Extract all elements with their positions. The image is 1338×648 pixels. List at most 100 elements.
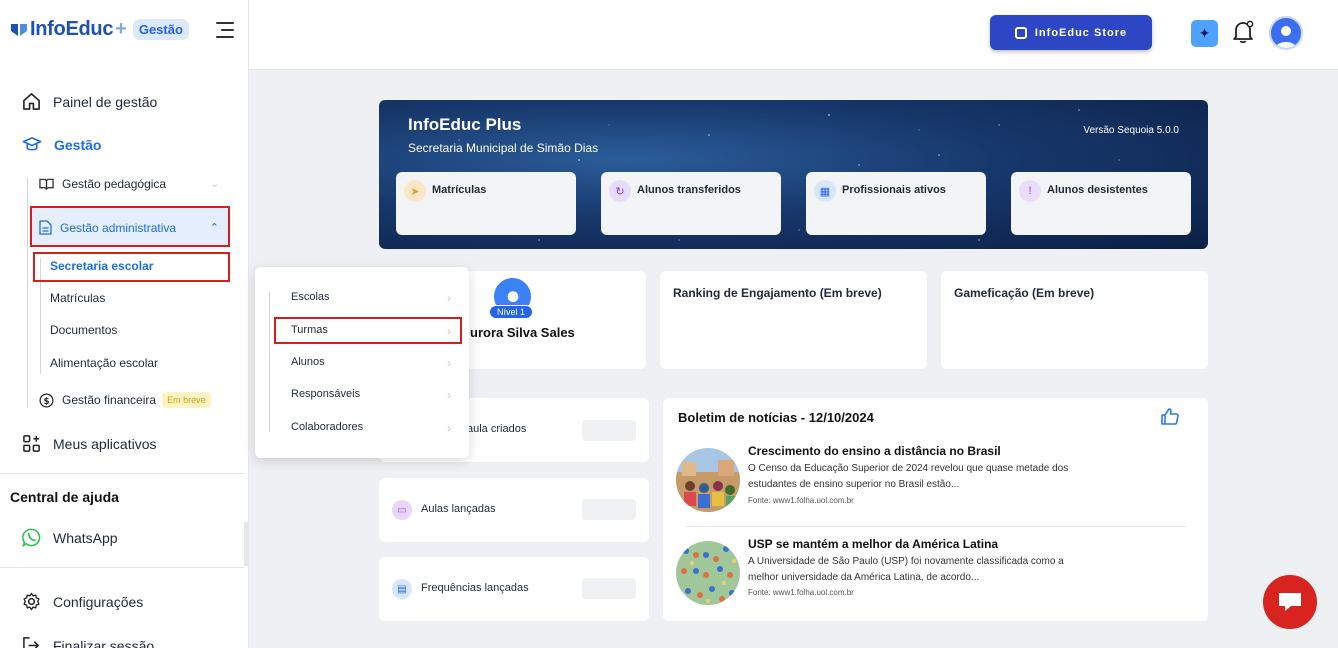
welcome-banner: InfoEduc Plus Secretaria Municipal de Si… bbox=[379, 100, 1208, 249]
metric-card-aulas-lancadas[interactable]: ▭ Aulas lançadas bbox=[379, 478, 649, 542]
menu-toggle-icon[interactable] bbox=[216, 22, 234, 43]
sidebar-item-label: Gestão pedagógica bbox=[62, 177, 167, 191]
bell-icon[interactable] bbox=[1231, 19, 1255, 45]
logo-mark-icon bbox=[11, 23, 27, 36]
sidebar-item-label: Documentos bbox=[50, 323, 118, 337]
news-summary: A Universidade de São Paulo (USP) foi no… bbox=[748, 556, 1064, 583]
ranking-card[interactable]: Ranking de Engajamento (Em breve) bbox=[660, 271, 927, 369]
version-label: Versão Sequoia 5.0.0 bbox=[1083, 125, 1179, 136]
banner-subtitle: Secretaria Municipal de Simão Dias bbox=[408, 141, 599, 155]
avatar[interactable] bbox=[1269, 16, 1303, 50]
tree-line bbox=[27, 178, 28, 408]
chevron-right-icon: › bbox=[447, 421, 451, 435]
sparkle-button[interactable]: ✦ bbox=[1191, 20, 1218, 47]
ranking-card-title: Ranking de Engajamento (Em breve) bbox=[673, 286, 882, 300]
stat-card-label: Matrículas bbox=[432, 184, 487, 196]
sidebar-item-alimentacao[interactable]: Alimentação escolar bbox=[50, 356, 158, 370]
store-icon bbox=[1014, 26, 1027, 39]
submenu-item-escolas[interactable]: Escolas › bbox=[291, 291, 451, 305]
metric-value-placeholder bbox=[582, 420, 636, 441]
svg-text:$: $ bbox=[44, 395, 50, 405]
dollar-icon: $ bbox=[39, 393, 54, 407]
highlight-box-gestao-administrativa bbox=[30, 206, 230, 247]
level-badge: Nível 1 bbox=[489, 305, 534, 319]
metric-card-frequencias[interactable]: ▤ Frequências lançadas bbox=[379, 557, 649, 621]
home-icon bbox=[23, 93, 40, 110]
metric-label: Aulas lançadas bbox=[421, 503, 496, 515]
calendar-icon: ▤ bbox=[392, 579, 412, 599]
news-thumbnail bbox=[676, 448, 740, 512]
sidebar-item-label: Matrículas bbox=[50, 291, 106, 305]
sidebar-item-gestao[interactable]: Gestão bbox=[22, 135, 101, 154]
brand-name: InfoEduc bbox=[30, 18, 114, 40]
submenu-item-label: Responsáveis bbox=[291, 388, 361, 400]
sidebar-item-whatsapp[interactable]: WhatsApp bbox=[22, 528, 118, 547]
metric-value-placeholder bbox=[582, 578, 636, 599]
sidebar-item-label: WhatsApp bbox=[53, 529, 118, 546]
news-headline: Crescimento do ensino a distância no Bra… bbox=[748, 444, 1001, 458]
news-title: Boletim de notícias - 12/10/2024 bbox=[678, 410, 874, 425]
graduation-cap-icon bbox=[22, 137, 42, 151]
user-name: urora Silva Sales bbox=[470, 325, 575, 340]
sidebar-item-painel[interactable]: Painel de gestão bbox=[22, 92, 157, 111]
sidebar-item-configuracoes[interactable]: Configurações bbox=[22, 592, 143, 611]
module-badge: Gestão bbox=[132, 19, 189, 40]
chevron-right-icon: › bbox=[447, 291, 451, 305]
rocket-icon: ➤ bbox=[404, 180, 426, 202]
news-source: Fonte: www1.folha.uol.com.br bbox=[748, 496, 854, 505]
gamification-card-title: Gameficação (Em breve) bbox=[954, 286, 1095, 300]
sidebar-scrollbar[interactable] bbox=[244, 522, 248, 566]
submenu-item-label: Alunos bbox=[291, 356, 325, 368]
chat-button[interactable] bbox=[1263, 575, 1317, 629]
submenu-item-label: Colaboradores bbox=[291, 421, 364, 433]
metric-label: aula criados bbox=[467, 423, 527, 435]
divider bbox=[0, 473, 244, 474]
sidebar-item-gestao-financeira[interactable]: $ Gestão financeira Em breve bbox=[39, 392, 211, 408]
submenu-item-alunos[interactable]: Alunos › bbox=[291, 356, 451, 370]
metric-label: Frequências lançadas bbox=[421, 582, 529, 594]
sidebar-item-matriculas[interactable]: Matrículas bbox=[50, 291, 105, 305]
gear-icon bbox=[23, 592, 40, 611]
stat-card-label: Alunos desistentes bbox=[1047, 184, 1148, 196]
divider bbox=[0, 567, 244, 568]
sidebar-item-documentos[interactable]: Documentos bbox=[50, 323, 117, 337]
highlight-box-turmas bbox=[274, 317, 462, 344]
sidebar: InfoEduc + Gestão Painel de gestão Gestã… bbox=[0, 0, 249, 648]
sidebar-item-label: Meus aplicativos bbox=[53, 435, 157, 452]
store-button[interactable]: InfoEduc Store bbox=[990, 15, 1152, 50]
stat-card-matriculas[interactable]: ➤ Matrículas bbox=[396, 172, 576, 235]
whatsapp-icon bbox=[22, 528, 41, 547]
sidebar-item-finalizar-sessao[interactable]: Finalizar sessão bbox=[22, 636, 154, 648]
refresh-icon: ↻ bbox=[609, 180, 631, 202]
clipboard-icon: ▦ bbox=[814, 180, 836, 202]
submenu-item-responsaveis[interactable]: Responsáveis › bbox=[291, 388, 451, 402]
help-section-title: Central de ajuda bbox=[10, 489, 119, 505]
chat-icon: ▭ bbox=[392, 500, 412, 520]
user-icon bbox=[1276, 26, 1296, 48]
logout-icon bbox=[23, 637, 40, 648]
stat-card-alunos-transferidos[interactable]: ↻ Alunos transferidos bbox=[601, 172, 781, 235]
topbar bbox=[249, 0, 1338, 70]
sidebar-item-label: Configurações bbox=[53, 593, 144, 610]
infoeduc-logo[interactable]: InfoEduc + Gestão bbox=[10, 18, 189, 41]
chat-bubble-icon bbox=[1279, 593, 1301, 611]
news-source: Fonte: www1.folha.uol.com.br bbox=[748, 588, 854, 597]
stat-card-alunos-desistentes[interactable]: ! Alunos desistentes bbox=[1011, 172, 1191, 235]
sidebar-item-label: Gestão financeira bbox=[62, 393, 157, 407]
highlight-box-secretaria-escolar bbox=[33, 252, 230, 282]
gamification-card[interactable]: Gameficação (Em breve) bbox=[941, 271, 1208, 369]
sidebar-item-meus-aplicativos[interactable]: Meus aplicativos bbox=[22, 434, 157, 453]
sidebar-item-gestao-pedagogica[interactable]: Gestão pedagógica ⌄ bbox=[39, 177, 219, 191]
news-thumbnail bbox=[676, 541, 740, 605]
stat-card-profissionais-ativos[interactable]: ▦ Profissionais ativos bbox=[806, 172, 986, 235]
thumbs-up-icon[interactable] bbox=[1160, 407, 1180, 426]
news-divider bbox=[685, 526, 1187, 527]
soon-badge: Em breve bbox=[162, 392, 211, 408]
stat-card-label: Profissionais ativos bbox=[842, 184, 946, 196]
sidebar-item-label: Alimentação escolar bbox=[50, 356, 159, 370]
chevron-right-icon: › bbox=[447, 356, 451, 370]
submenu-item-colaboradores[interactable]: Colaboradores › bbox=[291, 421, 451, 435]
secretaria-submenu: Escolas › Turmas › Alunos › Responsáveis › C… bbox=[255, 267, 469, 458]
news-headline: USP se mantém a melhor da América Latina bbox=[748, 537, 999, 551]
submenu-tree-line bbox=[269, 292, 270, 432]
